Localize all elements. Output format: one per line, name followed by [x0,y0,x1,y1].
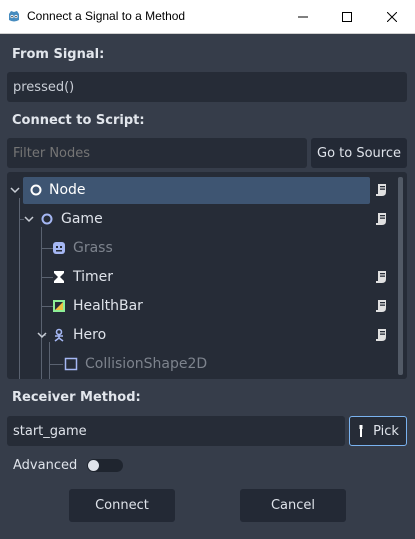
window-title: Connect a Signal to a Method [27,9,186,23]
collapse-arrow-icon [24,216,34,223]
scene-tree[interactable]: Node Game Grass Timer HealthBar Hero Col… [7,172,407,379]
signal-field[interactable]: pressed() [7,72,407,102]
collapse-arrow-icon [37,332,47,339]
tree-item-node[interactable]: Node [7,176,397,205]
advanced-label: Advanced [13,458,78,473]
advanced-toggle[interactable] [87,459,123,472]
minimize-button[interactable] [281,0,325,33]
tree-item-label: Grass [73,240,113,256]
receiver-method-label: Receiver Method: [12,390,141,405]
node-icon [41,213,53,225]
receiver-method-input[interactable]: start_game [7,416,345,446]
script-icon[interactable] [374,183,388,197]
minimize-icon [298,16,308,17]
tree-item-label: Timer [73,269,114,285]
window-titlebar: Connect a Signal to a Method [0,0,415,34]
tree-item-timer[interactable]: Timer [7,263,397,292]
tree-item-label: Node [49,182,86,198]
sprite-icon [53,242,65,254]
cancel-button[interactable]: Cancel [240,489,346,522]
script-icon[interactable] [374,212,388,226]
pick-button[interactable]: Pick [349,416,407,446]
tree-item-grass[interactable]: Grass [7,234,397,263]
tree-item-label: Game [61,211,103,227]
timer-icon [54,271,64,283]
godot-logo-icon [9,11,19,22]
connect-button[interactable]: Connect [69,489,175,522]
kinematic-body-icon [54,328,64,342]
tree-item-healthbar[interactable]: HealthBar [7,292,397,321]
tree-item-collisionshape2d[interactable]: CollisionShape2D [7,350,397,379]
color-pick-icon [359,424,363,437]
close-icon [387,11,397,22]
connect-to-script-label: Connect to Script: [12,113,145,128]
texture-progress-icon [53,300,65,312]
tree-item-hero[interactable]: Hero [7,321,397,350]
maximize-icon [342,11,352,22]
collapse-arrow-icon [10,187,20,194]
node-icon [30,184,42,196]
filter-nodes-input[interactable] [7,138,307,168]
tree-item-label: HealthBar [73,298,143,314]
maximize-button[interactable] [325,0,369,33]
script-icon[interactable] [374,270,388,284]
tree-item-label: CollisionShape2D [85,356,208,372]
from-signal-label: From Signal: [12,47,105,62]
toggle-knob [88,460,99,471]
tree-scrollbar[interactable] [398,177,403,375]
script-icon[interactable] [374,328,388,342]
close-button[interactable] [370,0,414,33]
collision-shape-icon [64,357,78,371]
tree-item-label: Hero [73,327,107,343]
go-to-source-button[interactable]: Go to Source [311,138,407,168]
tree-item-game[interactable]: Game [7,205,397,234]
pick-label: Pick [373,423,399,439]
script-icon[interactable] [374,299,388,313]
